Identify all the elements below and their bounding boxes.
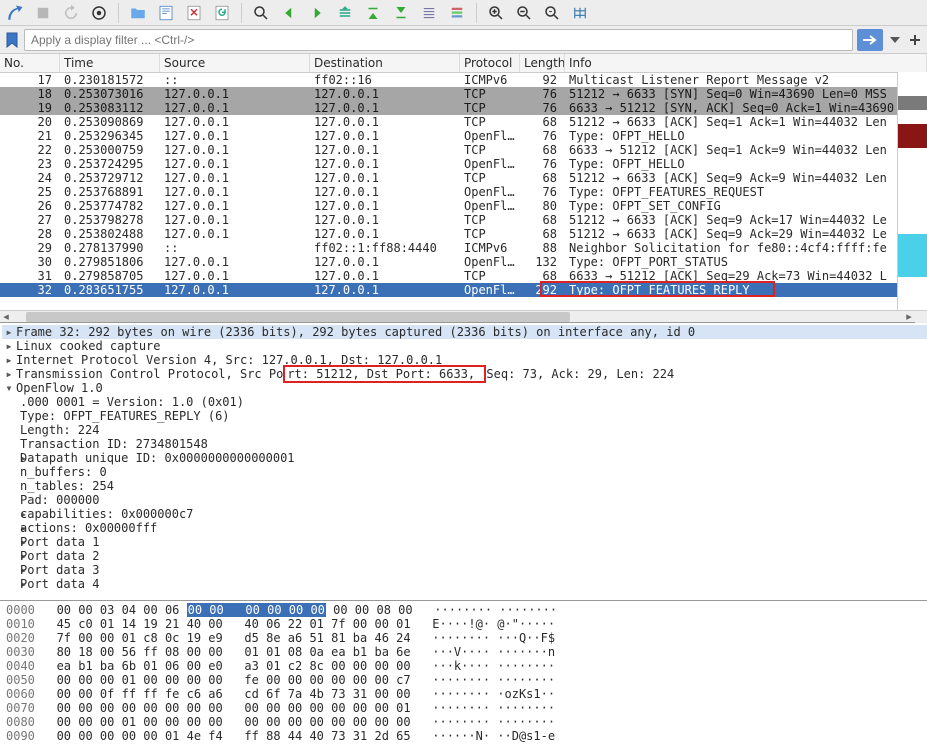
tree-field[interactable]: ▸Port data 4 xyxy=(2,577,927,591)
restart-capture-icon[interactable] xyxy=(60,2,82,24)
packet-row[interactable]: 320.283651755127.0.0.1127.0.0.1OpenFl…29… xyxy=(0,283,927,297)
tree-field[interactable]: Pad: 000000 xyxy=(2,493,927,507)
tree-field[interactable]: ▸capabilities: 0x000000c7 xyxy=(2,507,927,521)
tree-field[interactable]: Transaction ID: 2734801548 xyxy=(2,437,927,451)
filter-dropdown-icon[interactable] xyxy=(887,29,903,51)
hex-row[interactable]: 0040 ea b1 ba 6b 01 06 00 e0 a3 01 c2 8c… xyxy=(6,659,921,673)
zoom-out-icon[interactable] xyxy=(513,2,535,24)
packet-row[interactable]: 300.279851806127.0.0.1127.0.0.1OpenFl…13… xyxy=(0,255,927,269)
col-length[interactable]: Length xyxy=(520,54,565,72)
tree-field[interactable]: Type: OFPT_FEATURES_REPLY (6) xyxy=(2,409,927,423)
go-forward-icon[interactable] xyxy=(306,2,328,24)
filter-apply-button[interactable] xyxy=(857,29,883,51)
tree-field[interactable]: ▸Port data 1 xyxy=(2,535,927,549)
hex-row[interactable]: 0060 00 00 0f ff ff fe c6 a6 cd 6f 7a 4b… xyxy=(6,687,921,701)
col-protocol[interactable]: Protocol xyxy=(460,54,520,72)
goto-packet-icon[interactable] xyxy=(334,2,356,24)
close-file-icon[interactable] xyxy=(183,2,205,24)
packet-row[interactable]: 210.253296345127.0.0.1127.0.0.1OpenFl…76… xyxy=(0,129,927,143)
packet-row[interactable]: 310.279858705127.0.0.1127.0.0.1TCP686633… xyxy=(0,269,927,283)
go-back-icon[interactable] xyxy=(278,2,300,24)
packet-list-hscroll[interactable]: ◂ ▸ xyxy=(0,310,927,322)
packet-minimap[interactable] xyxy=(897,72,927,310)
zoom-reset-icon[interactable] xyxy=(541,2,563,24)
hex-row[interactable]: 0010 45 c0 01 14 19 21 40 00 40 06 22 01… xyxy=(6,617,921,631)
packet-list-header[interactable]: No. Time Source Destination Protocol Len… xyxy=(0,54,927,73)
bookmark-icon[interactable] xyxy=(4,29,20,51)
packet-row[interactable]: 240.253729712127.0.0.1127.0.0.1TCP685121… xyxy=(0,171,927,185)
find-packet-icon[interactable] xyxy=(250,2,272,24)
hex-row[interactable]: 0090 00 00 00 00 00 01 4e f4 ff 88 44 40… xyxy=(6,729,921,743)
col-destination[interactable]: Destination xyxy=(310,54,460,72)
hex-row[interactable]: 0050 00 00 00 01 00 00 00 00 fe 00 00 00… xyxy=(6,673,921,687)
tree-tcp[interactable]: ▸Transmission Control Protocol, Src Port… xyxy=(2,367,927,381)
packet-row[interactable]: 190.253083112127.0.0.1127.0.0.1TCP766633… xyxy=(0,101,927,115)
filter-bar xyxy=(0,26,927,54)
save-file-icon[interactable] xyxy=(155,2,177,24)
open-file-icon[interactable] xyxy=(127,2,149,24)
col-time[interactable]: Time xyxy=(60,54,160,72)
resize-columns-icon[interactable] xyxy=(569,2,591,24)
col-source[interactable]: Source xyxy=(160,54,310,72)
packet-row[interactable]: 180.253073016127.0.0.1127.0.0.1TCP765121… xyxy=(0,87,927,101)
packet-row[interactable]: 220.253000759127.0.0.1127.0.0.1TCP686633… xyxy=(0,143,927,157)
packet-row[interactable]: 230.253724295127.0.0.1127.0.0.1OpenFl…76… xyxy=(0,157,927,171)
capture-options-icon[interactable] xyxy=(88,2,110,24)
packet-row[interactable]: 200.253090869127.0.0.1127.0.0.1TCP685121… xyxy=(0,115,927,129)
autoscroll-icon[interactable] xyxy=(418,2,440,24)
tree-field[interactable]: n_buffers: 0 xyxy=(2,465,927,479)
display-filter-input[interactable] xyxy=(24,29,853,51)
packet-row[interactable]: 260.253774782127.0.0.1127.0.0.1OpenFl…80… xyxy=(0,199,927,213)
stop-capture-icon[interactable] xyxy=(32,2,54,24)
packet-row[interactable]: 290.278137990::ff02::1:ff88:4440ICMPv688… xyxy=(0,241,927,255)
goto-first-icon[interactable] xyxy=(362,2,384,24)
highlight-ports-box: rt: 51212, Dst Port: 6633, xyxy=(283,365,486,383)
col-info[interactable]: Info xyxy=(565,54,927,72)
tree-field[interactable]: ▸Datapath unique ID: 0x0000000000000001 xyxy=(2,451,927,465)
packet-row[interactable]: 280.253802488127.0.0.1127.0.0.1TCP685121… xyxy=(0,227,927,241)
tree-frame[interactable]: ▸Frame 32: 292 bytes on wire (2336 bits)… xyxy=(2,325,927,339)
main-toolbar xyxy=(0,0,927,26)
packet-row[interactable]: 270.253798278127.0.0.1127.0.0.1TCP685121… xyxy=(0,213,927,227)
goto-last-icon[interactable] xyxy=(390,2,412,24)
filter-add-button[interactable] xyxy=(907,29,923,51)
hex-row[interactable]: 0000 00 00 03 04 00 06 00 00 00 00 00 00… xyxy=(6,603,921,617)
zoom-in-icon[interactable] xyxy=(485,2,507,24)
packet-list[interactable]: No. Time Source Destination Protocol Len… xyxy=(0,54,927,310)
tree-field[interactable]: ▸actions: 0x00000fff xyxy=(2,521,927,535)
hex-row[interactable]: 0020 7f 00 00 01 c8 0c 19 e9 d5 8e a6 51… xyxy=(6,631,921,645)
hex-row[interactable]: 0070 00 00 00 00 00 00 00 00 00 00 00 00… xyxy=(6,701,921,715)
tree-field[interactable]: ▸Port data 3 xyxy=(2,563,927,577)
hex-row[interactable]: 0080 00 00 00 01 00 00 00 00 00 00 00 00… xyxy=(6,715,921,729)
start-capture-icon[interactable] xyxy=(4,2,26,24)
hex-row[interactable]: 0030 80 18 00 56 ff 08 00 00 01 01 08 0a… xyxy=(6,645,921,659)
tree-field[interactable]: ▸Port data 2 xyxy=(2,549,927,563)
tree-field[interactable]: Length: 224 xyxy=(2,423,927,437)
tree-openflow[interactable]: ▾OpenFlow 1.0 xyxy=(2,381,927,395)
reload-file-icon[interactable] xyxy=(211,2,233,24)
colorize-icon[interactable] xyxy=(446,2,468,24)
packet-row[interactable]: 250.253768891127.0.0.1127.0.0.1OpenFl…76… xyxy=(0,185,927,199)
packet-bytes-pane[interactable]: 0000 00 00 03 04 00 06 00 00 00 00 00 00… xyxy=(0,601,927,754)
tree-field[interactable]: n_tables: 254 xyxy=(2,479,927,493)
tree-cooked[interactable]: ▸Linux cooked capture xyxy=(2,339,927,353)
packet-row[interactable]: 170.230181572::ff02::16ICMPv692Multicast… xyxy=(0,73,927,87)
packet-details-pane[interactable]: ▸Frame 32: 292 bytes on wire (2336 bits)… xyxy=(0,323,927,601)
packet-list-pane: No. Time Source Destination Protocol Len… xyxy=(0,54,927,323)
tree-field[interactable]: .000 0001 = Version: 1.0 (0x01) xyxy=(2,395,927,409)
col-no[interactable]: No. xyxy=(0,54,60,72)
